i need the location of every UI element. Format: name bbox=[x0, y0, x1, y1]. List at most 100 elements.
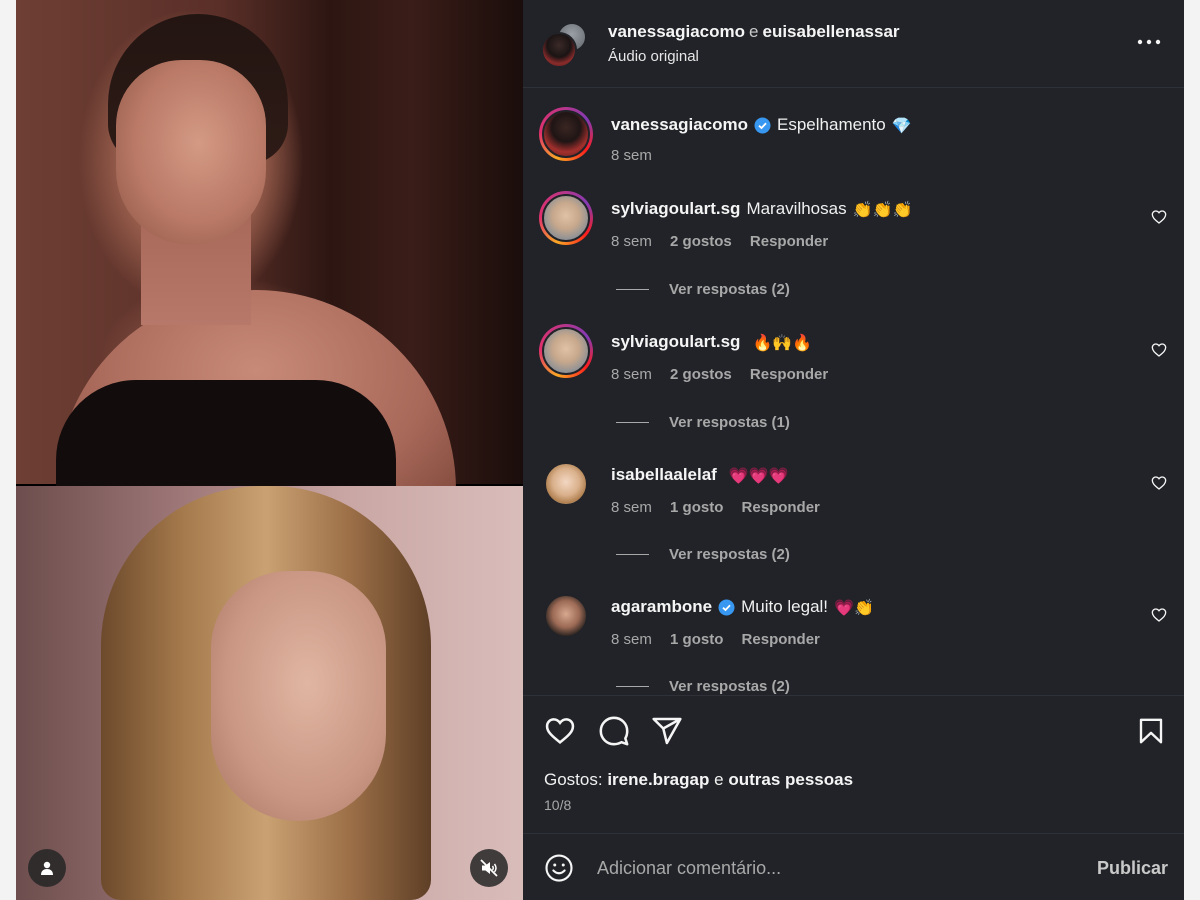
author-username[interactable]: vanessagiacomo bbox=[608, 22, 745, 41]
avatar-wrapper[interactable] bbox=[539, 589, 593, 643]
comment-meta: 8 sem 2 gostos Responder bbox=[611, 233, 842, 250]
likes-others-link[interactable]: outras pessoas bbox=[728, 770, 853, 789]
mute-button[interactable] bbox=[470, 849, 508, 887]
scene-face bbox=[116, 60, 266, 245]
comment-line: sylviagoulart.sg 🔥🙌🔥 bbox=[611, 332, 812, 352]
bookmark-icon bbox=[1139, 718, 1163, 744]
smiley-icon bbox=[545, 854, 573, 882]
replies-divider bbox=[616, 422, 649, 423]
replies-divider bbox=[616, 686, 649, 687]
comments-list[interactable]: vanessagiacomo Espelhamento 💎 8 sem sylv… bbox=[523, 89, 1184, 695]
comment-text: Maravilhosas bbox=[746, 199, 847, 218]
reply-button[interactable]: Responder bbox=[742, 499, 820, 516]
page-margin-left bbox=[0, 0, 16, 900]
reel-video[interactable] bbox=[16, 0, 523, 900]
comment-line: sylviagoulart.sg Maravilhosas 👏👏👏 bbox=[611, 199, 912, 219]
comment-bubble-icon bbox=[599, 716, 629, 746]
like-button[interactable] bbox=[543, 714, 577, 748]
view-replies-button[interactable]: Ver respostas (2) bbox=[616, 546, 790, 563]
heart-icon bbox=[1151, 476, 1167, 490]
comment-line: isabellaalelaf 💗💗💗 bbox=[611, 465, 789, 485]
view-replies-button[interactable]: Ver respostas (2) bbox=[616, 678, 790, 695]
comment-meta: 8 sem bbox=[611, 147, 666, 164]
post-details-panel: vanessagiacomo e euisabellenassar Áudio or… bbox=[523, 0, 1184, 900]
view-replies-label: Ver respostas (1) bbox=[669, 414, 790, 431]
comment-time[interactable]: 8 sem bbox=[611, 631, 652, 648]
likes-user-link[interactable]: irene.bragap bbox=[607, 770, 709, 789]
comment-like-button[interactable] bbox=[1149, 473, 1169, 493]
audio-label[interactable]: Áudio original bbox=[608, 48, 699, 65]
comment-input[interactable] bbox=[597, 850, 1077, 886]
replies-divider bbox=[616, 554, 649, 555]
author-connector: e bbox=[749, 22, 759, 41]
avatar bbox=[544, 594, 588, 638]
comment-likes[interactable]: 1 gosto bbox=[670, 631, 723, 648]
avatar bbox=[542, 110, 590, 158]
view-replies-label: Ver respostas (2) bbox=[669, 678, 790, 695]
share-button[interactable] bbox=[650, 714, 684, 748]
author-names: vanessagiacomo e euisabellenassar bbox=[608, 22, 900, 42]
comment-emoji: 💗💗💗 bbox=[728, 465, 789, 485]
more-options-button[interactable] bbox=[1133, 30, 1165, 54]
comment-meta: 8 sem 1 gosto Responder bbox=[611, 631, 834, 648]
comment-text: Espelhamento bbox=[777, 115, 886, 134]
paper-plane-icon bbox=[652, 717, 682, 745]
comment-like-button[interactable] bbox=[1149, 605, 1169, 625]
reply-button[interactable]: Responder bbox=[750, 233, 828, 250]
publish-button[interactable]: Publicar bbox=[1097, 858, 1168, 879]
comment-time[interactable]: 8 sem bbox=[611, 499, 652, 516]
comment-button[interactable] bbox=[597, 714, 631, 748]
reply-button[interactable]: Responder bbox=[750, 366, 828, 383]
comment-likes[interactable]: 1 gosto bbox=[670, 499, 723, 516]
save-button[interactable] bbox=[1134, 714, 1168, 748]
avatar-wrapper[interactable] bbox=[539, 457, 593, 511]
comment-emoji: 💗👏 bbox=[834, 597, 874, 617]
user-icon bbox=[41, 861, 53, 875]
heart-icon bbox=[1151, 210, 1167, 224]
comment-meta: 8 sem 1 gosto Responder bbox=[611, 499, 834, 516]
post-date[interactable]: 10/8 bbox=[544, 797, 571, 813]
tagged-users-button[interactable] bbox=[28, 849, 66, 887]
comment-username[interactable]: vanessagiacomo bbox=[611, 115, 748, 135]
comment-text: Muito legal! bbox=[741, 597, 829, 616]
video-frame-bottom bbox=[16, 486, 523, 900]
heart-icon bbox=[545, 718, 575, 744]
comment-emoji: 🔥🙌🔥 bbox=[752, 332, 813, 352]
comment-time[interactable]: 8 sem bbox=[611, 366, 652, 383]
comment-likes[interactable]: 2 gostos bbox=[670, 233, 732, 250]
emoji-picker-button[interactable] bbox=[543, 852, 575, 884]
avatar-story-ring[interactable] bbox=[539, 191, 593, 245]
comment-username[interactable]: isabellaalelaf bbox=[611, 465, 717, 485]
avatar-story-ring[interactable] bbox=[539, 324, 593, 378]
likes-summary: Gostos: irene.bragap e outras pessoas bbox=[544, 770, 853, 790]
view-replies-label: Ver respostas (2) bbox=[669, 281, 790, 298]
likes-connector: e bbox=[714, 770, 724, 789]
avatar-story-ring[interactable] bbox=[539, 107, 593, 161]
view-replies-button[interactable]: Ver respostas (2) bbox=[616, 281, 790, 298]
scene-face bbox=[211, 571, 386, 821]
view-replies-label: Ver respostas (2) bbox=[669, 546, 790, 563]
comment-line: vanessagiacomo Espelhamento 💎 bbox=[611, 115, 912, 135]
view-replies-button[interactable]: Ver respostas (1) bbox=[616, 414, 790, 431]
comment-time[interactable]: 8 sem bbox=[611, 147, 652, 164]
comment-like-button[interactable] bbox=[1149, 207, 1169, 227]
comment-username[interactable]: sylviagoulart.sg bbox=[611, 199, 740, 219]
reply-button[interactable]: Responder bbox=[742, 631, 820, 648]
verified-badge-icon bbox=[754, 117, 771, 134]
comment-username[interactable]: agarambone bbox=[611, 597, 712, 617]
video-frame-top bbox=[16, 0, 523, 520]
likes-prefix: Gostos: bbox=[544, 770, 603, 789]
verified-badge-icon bbox=[718, 599, 735, 616]
comment-like-button[interactable] bbox=[1149, 340, 1169, 360]
author-avatars[interactable] bbox=[541, 22, 591, 70]
comment-likes[interactable]: 2 gostos bbox=[670, 366, 732, 383]
comment-username[interactable]: sylviagoulart.sg bbox=[611, 332, 740, 352]
scene-dress bbox=[56, 380, 396, 490]
muted-speaker-icon bbox=[480, 859, 498, 877]
avatar bbox=[544, 462, 588, 506]
post-header: vanessagiacomo e euisabellenassar Áudio or… bbox=[523, 0, 1184, 88]
replies-divider bbox=[616, 289, 649, 290]
avatar[interactable] bbox=[541, 32, 577, 68]
collaborator-username[interactable]: euisabellenassar bbox=[762, 22, 899, 41]
comment-time[interactable]: 8 sem bbox=[611, 233, 652, 250]
